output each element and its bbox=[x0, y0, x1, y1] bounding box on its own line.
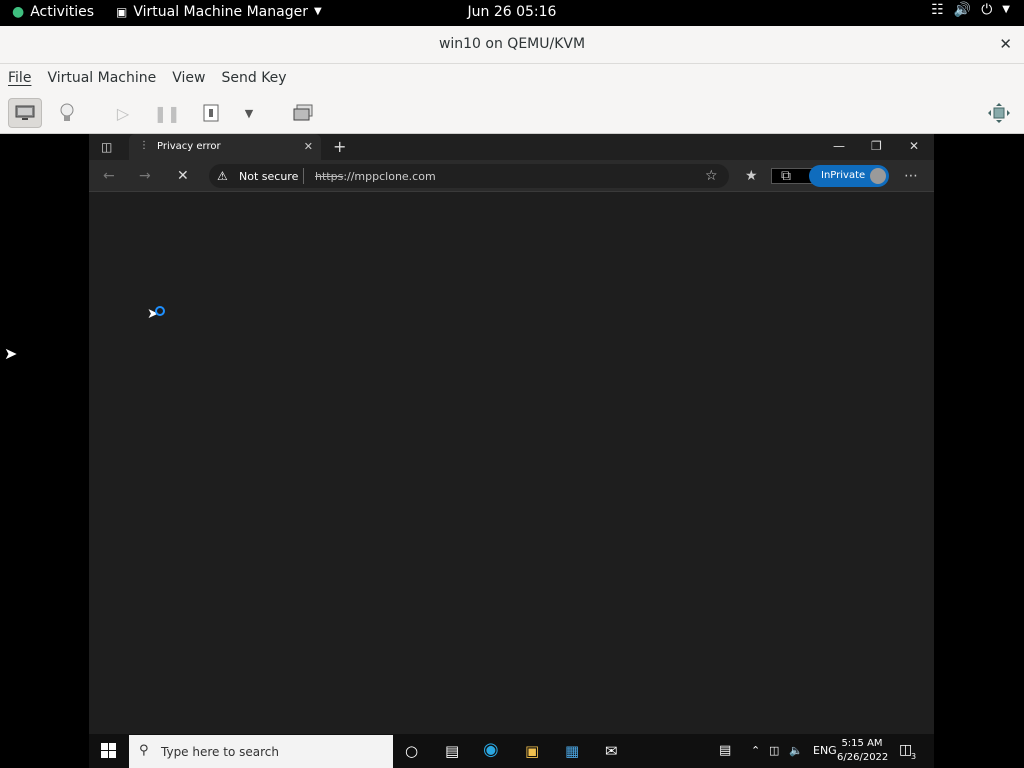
menu-send-key[interactable]: Send Key bbox=[221, 70, 286, 86]
close-icon[interactable]: ✕ bbox=[999, 35, 1012, 53]
pause-icon[interactable]: ❚❚ bbox=[152, 98, 182, 128]
details-bulb-icon[interactable] bbox=[52, 98, 82, 128]
volume-icon[interactable]: 🔈 bbox=[789, 744, 803, 757]
snapshots-icon[interactable] bbox=[288, 98, 318, 128]
mouse-pointer-icon: ➤ bbox=[4, 344, 18, 363]
security-label[interactable]: Not secure bbox=[239, 170, 298, 183]
file-explorer-icon[interactable]: ▣ bbox=[525, 742, 539, 760]
search-icon: ⚲ bbox=[139, 743, 149, 758]
url-host: ://mppclone.com bbox=[343, 170, 436, 183]
taskbar-clock[interactable]: 5:15 AM 6/26/2022 bbox=[837, 737, 889, 765]
volume-icon[interactable]: 🔊 bbox=[954, 3, 971, 17]
language-indicator[interactable]: ENG bbox=[813, 744, 837, 757]
network-icon[interactable]: ◫ bbox=[769, 744, 779, 757]
more-options-icon[interactable]: ⋯ bbox=[904, 168, 918, 184]
taskbar-date: 6/26/2022 bbox=[837, 752, 889, 763]
power-icon[interactable]: ⏻ bbox=[981, 3, 992, 17]
dropdown-arrow-icon[interactable]: ▼ bbox=[234, 98, 264, 128]
taskbar-time: 5:15 AM bbox=[841, 738, 883, 749]
edge-icon[interactable]: ◉ bbox=[483, 739, 499, 760]
inprivate-badge[interactable]: InPrivate bbox=[809, 165, 889, 187]
menu-view[interactable]: View bbox=[172, 70, 205, 86]
mail-icon[interactable]: ✉ bbox=[605, 742, 618, 760]
menu-virtual-machine[interactable]: Virtual Machine bbox=[47, 70, 156, 86]
favorites-icon[interactable]: ★ bbox=[745, 168, 758, 184]
vm-display[interactable]: ➤ ◫ ⋮ Privacy error ✕ + — ❐ ✕ ← → ✕ ⚠ No… bbox=[0, 134, 1024, 768]
menu-file[interactable]: File bbox=[8, 70, 31, 86]
address-bar[interactable]: ⚠ Not secure https://mppclone.com bbox=[209, 164, 817, 188]
cortana-icon[interactable]: ○ bbox=[405, 742, 418, 760]
task-view-icon[interactable]: ▤ bbox=[445, 742, 459, 760]
tab-actions-icon[interactable]: ◫ bbox=[101, 140, 112, 154]
browser-tab[interactable]: ⋮ Privacy error ✕ bbox=[129, 134, 321, 160]
fullscreen-icon[interactable] bbox=[984, 98, 1014, 128]
guest-screen[interactable]: ◫ ⋮ Privacy error ✕ + — ❐ ✕ ← → ✕ ⚠ Not … bbox=[89, 134, 934, 768]
taskbar-search-box[interactable]: ⚲ Type here to search bbox=[129, 735, 393, 768]
new-tab-button[interactable]: + bbox=[333, 137, 346, 156]
url-text[interactable]: https://mppclone.com bbox=[315, 170, 436, 183]
console-icon[interactable] bbox=[8, 98, 42, 128]
run-icon[interactable]: ▷ bbox=[108, 98, 138, 128]
windows-start-icon[interactable] bbox=[101, 743, 117, 759]
clock[interactable]: Jun 26 05:16 bbox=[0, 4, 1024, 20]
system-tray[interactable]: ☷ 🔊 ⏻ ▼ bbox=[931, 3, 1010, 17]
tab-title: Privacy error bbox=[157, 141, 221, 152]
shutdown-icon[interactable] bbox=[196, 98, 226, 128]
loading-spinner-icon bbox=[155, 306, 165, 316]
back-icon[interactable]: ← bbox=[103, 168, 115, 184]
tab-favicon-icon: ⋮ bbox=[139, 140, 149, 151]
store-icon[interactable]: ▦ bbox=[565, 742, 579, 760]
divider bbox=[303, 168, 304, 184]
menubar: File Virtual Machine View Send Key bbox=[0, 64, 1024, 92]
browser-tab-strip: ◫ ⋮ Privacy error ✕ + — ❐ ✕ bbox=[89, 134, 934, 160]
window-titlebar: win10 on QEMU/KVM ✕ bbox=[0, 26, 1024, 64]
gnome-top-bar: ● Activities ▣ Virtual Machine Manager ▼… bbox=[0, 0, 1024, 26]
browser-nav-bar: ← → ✕ ⚠ Not secure https://mppclone.com … bbox=[89, 160, 934, 192]
forward-icon[interactable]: → bbox=[139, 168, 151, 184]
minimize-icon[interactable]: — bbox=[833, 139, 845, 153]
warning-icon: ⚠ bbox=[217, 169, 228, 183]
toolbar: ▷ ❚❚ ▼ bbox=[0, 92, 1024, 134]
network-icon[interactable]: ☷ bbox=[931, 3, 944, 17]
url-scheme: https bbox=[315, 170, 344, 183]
add-favorite-icon[interactable]: ☆ bbox=[705, 168, 718, 184]
profile-avatar-icon bbox=[870, 168, 886, 184]
inprivate-label: InPrivate bbox=[821, 170, 866, 181]
window-title: win10 on QEMU/KVM bbox=[438, 36, 586, 52]
tab-close-icon[interactable]: ✕ bbox=[304, 140, 313, 153]
windows-taskbar: ⚲ Type here to search ○ ▤ ◉ ▣ ▦ ✉ ▤ ⌃ ◫ … bbox=[89, 734, 934, 768]
show-hidden-icon[interactable]: ⌃ bbox=[751, 744, 760, 757]
search-placeholder: Type here to search bbox=[161, 745, 279, 759]
restore-icon[interactable]: ❐ bbox=[871, 139, 882, 153]
window-close-icon[interactable]: ✕ bbox=[909, 139, 919, 153]
chevron-down-icon[interactable]: ▼ bbox=[1002, 5, 1010, 15]
news-icon[interactable]: ▤ bbox=[719, 743, 731, 758]
notification-count: 3 bbox=[911, 752, 917, 761]
collections-icon[interactable]: ⧉ bbox=[781, 168, 791, 184]
stop-loading-icon[interactable]: ✕ bbox=[177, 168, 189, 184]
